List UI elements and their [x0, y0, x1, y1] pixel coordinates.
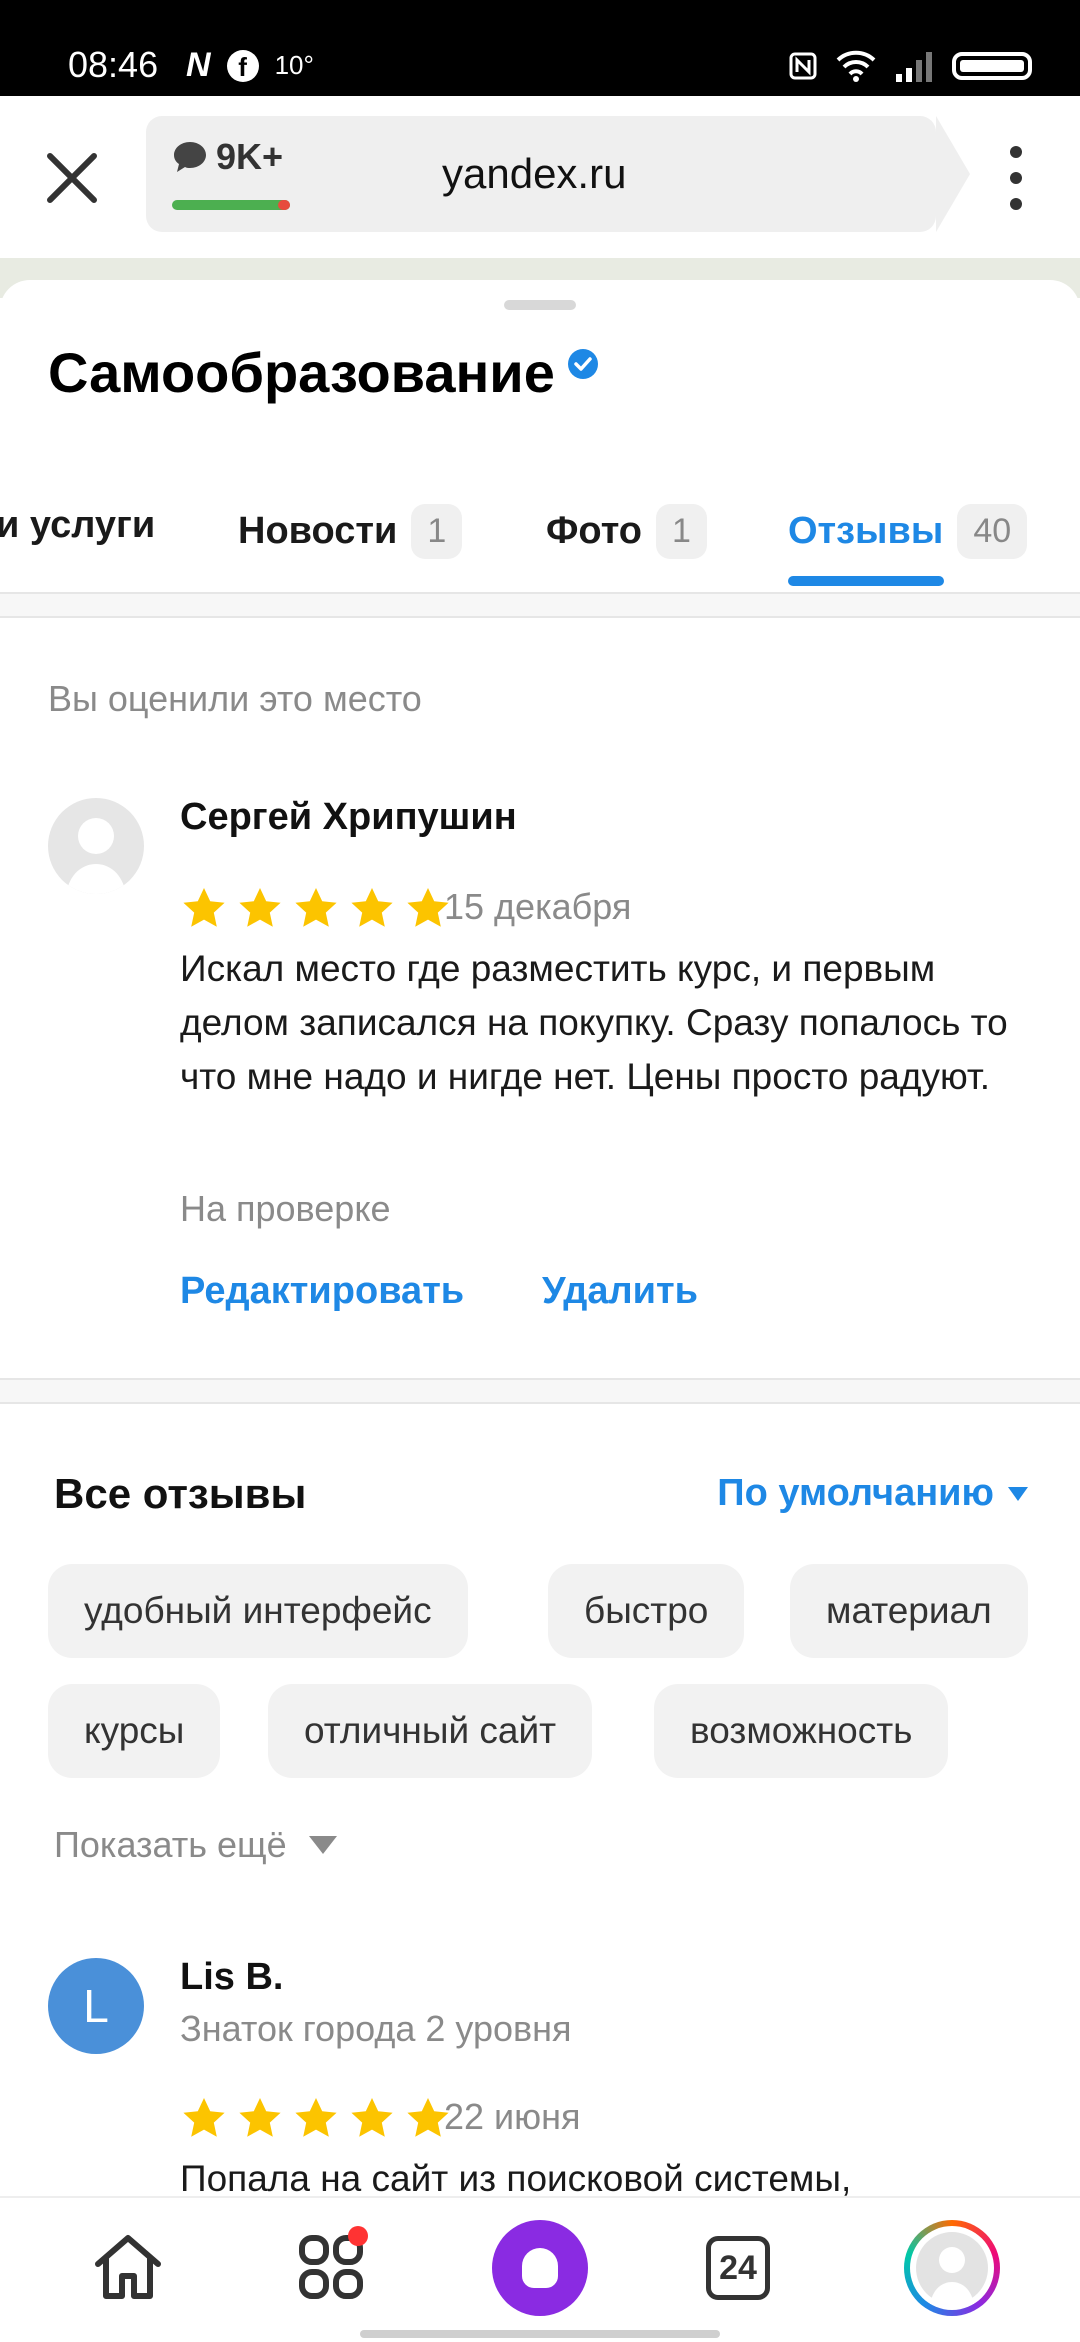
tab-services[interactable]: и услуги: [0, 504, 155, 547]
comments-button[interactable]: 9K+: [172, 136, 283, 178]
place-title-row: Самообразование: [48, 340, 599, 405]
verified-icon: [567, 349, 598, 379]
star-icon: [295, 2098, 337, 2137]
all-reviews-title: Все отзывы: [54, 1470, 307, 1517]
tab-reviews[interactable]: Отзывы 40: [788, 504, 1028, 559]
rated-label: Вы оценили это место: [48, 678, 422, 719]
alice-icon: [522, 2248, 558, 2288]
review-author[interactable]: Сергей Хрипушин: [180, 796, 517, 839]
triangle-down-icon: [308, 1836, 337, 1854]
speech-bubble-icon: [174, 142, 206, 172]
star-icon: [239, 888, 281, 927]
status-notifications: N f 10°: [186, 46, 314, 85]
review-author[interactable]: Lis B.: [180, 1956, 283, 1999]
tab-reviews-count: 40: [957, 504, 1028, 559]
nfc-icon: [789, 52, 817, 80]
avatar[interactable]: L: [48, 1958, 144, 2054]
home-indicator: [360, 2330, 720, 2338]
keyword-chip[interactable]: отличный сайт: [268, 1684, 593, 1778]
close-icon[interactable]: [40, 146, 104, 210]
bottom-navigation: 24: [0, 2196, 1080, 2342]
tab-bar: и услуги Новости 1 Фото 1 Отзывы 40: [0, 480, 1080, 594]
star-icon: [295, 888, 337, 927]
triangle-down-icon: [1008, 1486, 1028, 1501]
star-icon: [239, 2098, 281, 2137]
drag-handle[interactable]: [504, 300, 576, 310]
tab-photo-label: Фото: [546, 510, 643, 552]
profile-button[interactable]: [904, 2220, 1000, 2316]
tabs-counter-button[interactable]: 24: [706, 2236, 770, 2300]
facebook-icon: f: [226, 49, 259, 82]
keyword-chip[interactable]: курсы: [48, 1684, 221, 1778]
status-bar: 08:46 N f 10°: [0, 0, 1080, 96]
star-icon: [351, 888, 393, 927]
review-date: 22 июня: [444, 2096, 581, 2137]
star-icon: [351, 2098, 393, 2137]
active-tab-indicator: [788, 576, 944, 586]
keyword-chip[interactable]: материал: [790, 1564, 1028, 1658]
alice-assistant-button[interactable]: [492, 2220, 588, 2316]
tab-news-count: 1: [411, 504, 463, 559]
status-system-icons: [788, 50, 1032, 82]
rating-stars: [180, 2096, 452, 2142]
services-grid-icon[interactable]: [292, 2224, 376, 2308]
home-icon[interactable]: [86, 2224, 170, 2308]
show-more-button[interactable]: Показать ещё: [54, 1824, 337, 1866]
tab-news-label: Новости: [238, 510, 398, 552]
status-time: 08:46: [68, 44, 159, 85]
keyword-chip[interactable]: удобный интерфейс: [48, 1564, 468, 1658]
tab-photo[interactable]: Фото 1: [546, 504, 707, 559]
avatar-ring-inner: [910, 2226, 994, 2310]
comments-count: 9K+: [216, 136, 284, 177]
review-text: Искал место где разместить курс, и первы…: [180, 948, 1008, 1097]
tab-services-label: и услуги: [0, 504, 156, 546]
n-app-icon: N: [186, 46, 211, 84]
rating-stars: [180, 886, 452, 932]
url-text: yandex.ru: [442, 150, 627, 197]
moderation-status: На проверке: [180, 1188, 391, 1229]
tab-photo-count: 1: [656, 504, 707, 559]
more-menu-icon[interactable]: [1010, 146, 1022, 210]
temperature: 10°: [274, 50, 314, 80]
edit-review-button[interactable]: Редактировать: [180, 1270, 464, 1313]
show-more-label: Показать ещё: [54, 1824, 287, 1865]
sort-label: По умолчанию: [717, 1472, 994, 1514]
signal-icon: [896, 52, 932, 82]
sort-dropdown[interactable]: По умолчанию: [717, 1472, 1028, 1515]
delete-review-button[interactable]: Удалить: [542, 1270, 698, 1313]
review-date: 15 декабря: [444, 886, 632, 927]
keyword-chip[interactable]: быстро: [548, 1564, 745, 1658]
avatar[interactable]: [48, 798, 144, 894]
star-icon: [183, 2098, 225, 2137]
address-bar[interactable]: 9K+ yandex.ru: [146, 116, 970, 232]
place-card: Самообразование и услуги Новости 1 Фото …: [0, 280, 1080, 2200]
tab-reviews-label: Отзывы: [788, 510, 944, 552]
tab-news[interactable]: Новости 1: [238, 504, 463, 559]
wifi-icon: [836, 50, 876, 82]
keyword-chip[interactable]: возможность: [654, 1684, 949, 1778]
section-divider: [0, 1378, 1080, 1404]
section-divider: [0, 592, 1080, 618]
browser-toolbar: 9K+ yandex.ru: [0, 96, 1080, 258]
user-silhouette-icon: [916, 2232, 988, 2304]
author-level: Знаток города 2 уровня: [180, 2008, 572, 2049]
star-icon: [183, 888, 225, 927]
comments-rating-bar: [172, 200, 290, 210]
user-silhouette-icon: [66, 818, 126, 894]
battery-icon: [952, 52, 1032, 80]
place-title: Самообразование: [48, 341, 555, 404]
